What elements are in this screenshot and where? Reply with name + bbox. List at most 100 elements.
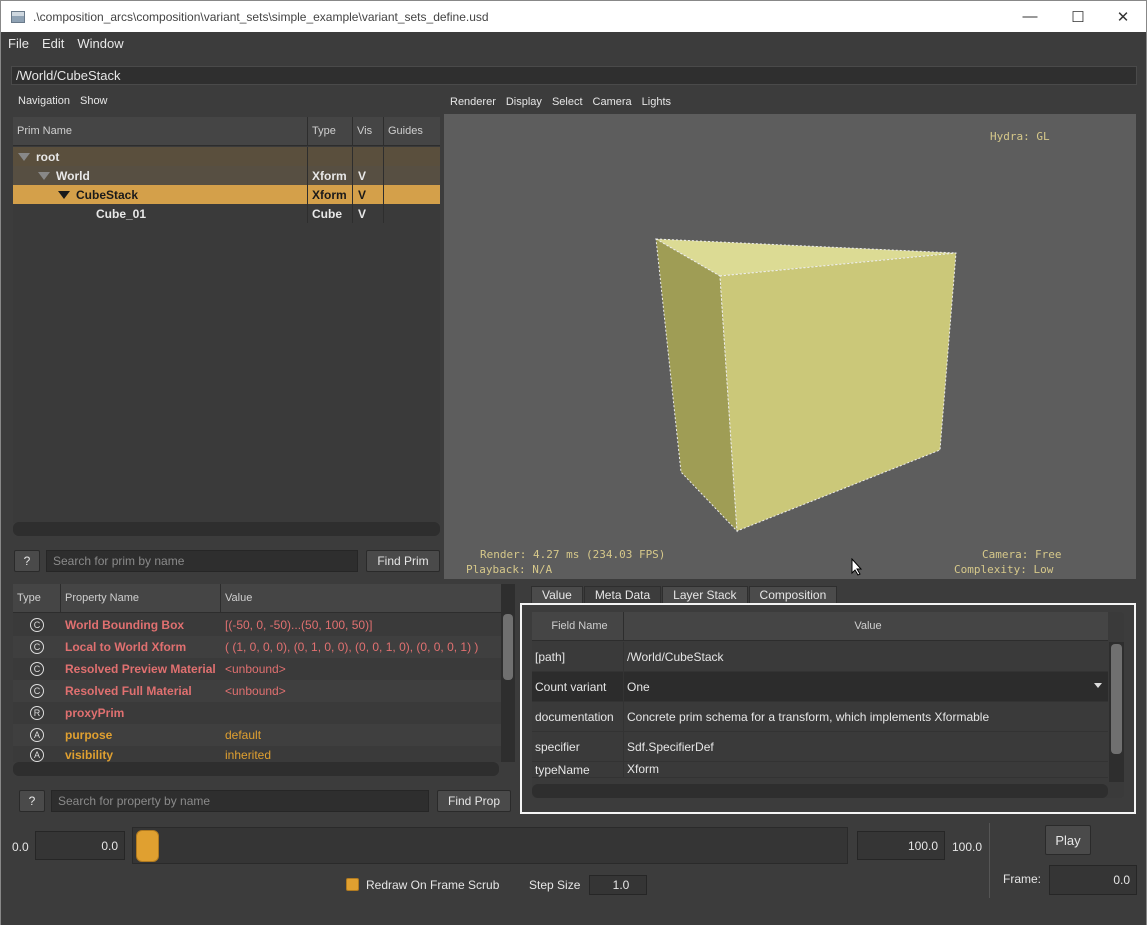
frame-field[interactable]: 0.0 [1049, 865, 1137, 895]
col-field-name[interactable]: Field Name [532, 612, 624, 640]
end-frame-field[interactable]: 100.0 [857, 831, 945, 860]
find-prim-button[interactable]: Find Prim [366, 550, 440, 572]
select-menu[interactable]: Select [552, 96, 583, 108]
menu-window[interactable]: Window [70, 36, 129, 51]
meta-field-name: specifier [532, 732, 624, 761]
end-frame-label: 100.0 [952, 840, 983, 854]
meta-field-value[interactable]: One [624, 680, 650, 694]
meta-field-value: /World/CubeStack [627, 649, 724, 664]
camera-menu[interactable]: Camera [593, 96, 632, 108]
window-title: .\composition_arcs\composition\variant_s… [33, 9, 489, 24]
prim-type: Xform [308, 166, 353, 185]
app-window: .\composition_arcs\composition\variant_s… [0, 0, 1147, 925]
meta-row[interactable]: [path]/World/CubeStack [532, 642, 1108, 672]
col-property-name[interactable]: Property Name [61, 584, 221, 612]
property-row[interactable]: Apurpose default [13, 724, 501, 746]
property-type-icon: C [30, 684, 44, 698]
prim-help-button[interactable]: ? [14, 550, 40, 572]
tab-layer-stack[interactable]: Layer Stack [662, 586, 748, 604]
scroll-thumb[interactable] [1111, 644, 1122, 754]
find-prop-button[interactable]: Find Prop [437, 790, 511, 812]
property-help-button[interactable]: ? [19, 790, 45, 812]
tree-row-cube01[interactable]: Cube_01 Cube V [13, 204, 440, 223]
tree-row-root[interactable]: root [13, 147, 440, 166]
col-prim-name[interactable]: Prim Name [13, 117, 308, 145]
complexity-stats: Complexity: Low [954, 563, 1054, 576]
status-bar [1, 918, 1146, 925]
minimize-button[interactable]: — [1007, 1, 1053, 32]
meta-hscrollbar[interactable] [532, 784, 1108, 798]
start-frame-field[interactable]: 0.0 [35, 831, 125, 860]
render-stats: Render: 4.27 ms (234.03 FPS) [480, 548, 666, 561]
prim-vis[interactable]: V [353, 166, 384, 185]
property-value: default [225, 728, 262, 742]
col-value[interactable]: Value [624, 612, 1108, 640]
frame-slider[interactable] [132, 827, 848, 864]
col-value[interactable]: Value [221, 584, 501, 612]
expand-arrow-icon[interactable] [18, 152, 30, 161]
property-name: purpose [65, 728, 113, 742]
camera-stats: Camera: Free [982, 548, 1062, 561]
prim-type: Cube [308, 204, 353, 223]
tree-row-cubestack[interactable]: CubeStack Xform V [13, 185, 440, 204]
property-name: Resolved Preview Material [65, 662, 216, 676]
expand-arrow-icon[interactable] [58, 190, 70, 199]
show-menu[interactable]: Show [80, 95, 108, 107]
redraw-checkbox[interactable] [346, 878, 359, 891]
meta-row[interactable]: Count variant One [532, 672, 1108, 702]
property-row[interactable]: C Resolved Preview Material <unbound> [13, 658, 501, 680]
property-search-input[interactable]: Search for property by name [51, 790, 429, 812]
prim-tree-hscrollbar[interactable] [13, 522, 440, 536]
renderer-menu[interactable]: Renderer [450, 96, 496, 108]
step-size-field[interactable]: 1.0 [589, 875, 647, 895]
expand-arrow-icon[interactable] [38, 171, 50, 180]
tab-value[interactable]: Value [531, 586, 583, 604]
property-value: inherited [225, 748, 272, 762]
dropdown-arrow-icon[interactable] [1094, 683, 1102, 688]
menu-edit[interactable]: Edit [35, 36, 70, 51]
property-row[interactable]: C Local to World Xform ( (1, 0, 0, 0), (0,… [13, 636, 501, 658]
prim-vis[interactable]: V [353, 185, 384, 204]
col-vis[interactable]: Vis [353, 117, 384, 145]
prim-type [308, 147, 353, 166]
prim-type: Xform [308, 185, 353, 204]
tab-meta-data[interactable]: Meta Data [583, 586, 662, 604]
meta-field-name: documentation [532, 702, 624, 731]
prim-vis[interactable]: V [353, 204, 384, 223]
meta-row[interactable]: documentation Concrete prim schema for a … [532, 702, 1108, 732]
meta-field-name: [path] [532, 642, 624, 671]
property-type-icon: C [30, 662, 44, 676]
prim-search-input[interactable]: Search for prim by name [46, 550, 358, 572]
tree-row-world[interactable]: World Xform V [13, 166, 440, 185]
property-row[interactable]: C Resolved Full Material <unbound> [13, 680, 501, 702]
tab-composition[interactable]: Composition [748, 586, 838, 604]
col-type[interactable]: Type [13, 584, 61, 612]
maximize-button[interactable]: ☐ [1055, 1, 1101, 32]
meta-row[interactable]: specifier Sdf.SpecifierDef [532, 732, 1108, 762]
property-type-icon: A [30, 748, 44, 762]
prim-path-field[interactable]: /World/CubeStack [11, 66, 1137, 85]
property-row[interactable]: RproxyPrim [13, 702, 501, 724]
meta-row[interactable]: typeName Xform [532, 762, 1108, 778]
property-row[interactable]: Avisibility inherited [13, 746, 501, 762]
property-row[interactable]: C World Bounding Box [(-50, 0, -50)...(50,… [13, 614, 501, 636]
menu-bar: File Edit Window [1, 32, 1146, 54]
prim-vis[interactable] [353, 147, 384, 166]
frame-slider-handle[interactable] [136, 830, 159, 862]
lights-menu[interactable]: Lights [642, 96, 671, 108]
property-hscrollbar[interactable] [13, 762, 499, 776]
cube-render [655, 238, 957, 533]
property-vscrollbar[interactable] [501, 584, 515, 762]
meta-vscrollbar[interactable] [1109, 642, 1124, 782]
property-value: [(-50, 0, -50)...(50, 100, 50)] [225, 618, 373, 632]
menu-file[interactable]: File [1, 36, 35, 51]
3d-viewport[interactable]: Hydra: GL Render: 4.27 ms (234.03 FPS) P… [444, 114, 1136, 579]
col-guides[interactable]: Guides [384, 117, 440, 145]
display-menu[interactable]: Display [506, 96, 542, 108]
play-button[interactable]: Play [1045, 825, 1091, 855]
navigation-menu[interactable]: Navigation [18, 95, 70, 107]
close-button[interactable]: ✕ [1100, 1, 1146, 32]
col-type[interactable]: Type [308, 117, 353, 145]
prim-name: root [36, 149, 60, 164]
scroll-thumb[interactable] [503, 614, 513, 680]
